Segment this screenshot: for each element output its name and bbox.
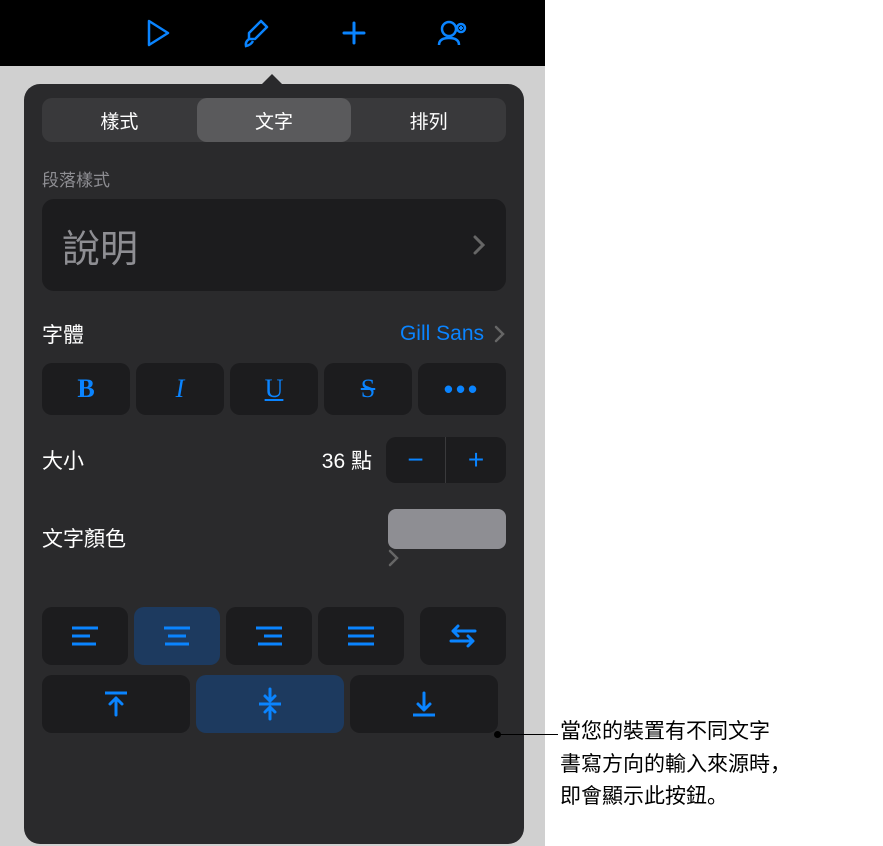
font-value: Gill Sans xyxy=(400,322,484,346)
strikethrough-button[interactable]: S xyxy=(324,363,412,415)
chevron-right-icon xyxy=(494,325,506,343)
size-decrease-button[interactable]: − xyxy=(386,437,446,483)
bold-button[interactable]: B xyxy=(42,363,130,415)
text-format-row: B I U S ••• xyxy=(42,363,506,415)
play-icon[interactable] xyxy=(140,15,176,51)
callout-leader-line xyxy=(498,734,558,735)
callout-text: 當您的裝置有不同文字 書寫方向的輸入來源時， 即會顯示此按鈕。 xyxy=(560,716,791,814)
collaborate-icon[interactable] xyxy=(434,15,470,51)
italic-button[interactable]: I xyxy=(136,363,224,415)
align-left-button[interactable] xyxy=(42,607,128,665)
app-toolbar xyxy=(0,0,545,66)
valign-top-button[interactable] xyxy=(42,675,190,733)
size-increase-button[interactable]: + xyxy=(446,437,506,483)
align-center-button[interactable] xyxy=(134,607,220,665)
alignment-group xyxy=(42,607,506,733)
plus-icon[interactable] xyxy=(336,15,372,51)
panel-backdrop: 樣式 文字 排列 段落樣式 說明 字體 Gill Sans B I xyxy=(0,66,545,846)
text-color-swatch[interactable] xyxy=(388,509,506,549)
text-color-row[interactable]: 文字顏色 xyxy=(42,509,506,567)
tab-arrange[interactable]: 排列 xyxy=(351,98,506,142)
valign-middle-button[interactable] xyxy=(196,675,344,733)
text-direction-button[interactable] xyxy=(420,607,506,665)
tab-style[interactable]: 樣式 xyxy=(42,98,197,142)
align-justify-button[interactable] xyxy=(318,607,404,665)
paragraph-style-picker[interactable]: 說明 xyxy=(42,199,506,291)
tab-text[interactable]: 文字 xyxy=(197,98,352,142)
font-row[interactable]: 字體 Gill Sans xyxy=(42,319,506,349)
paragraph-style-value: 說明 xyxy=(62,218,138,273)
chevron-right-icon xyxy=(388,549,506,567)
paragraph-style-label: 段落樣式 xyxy=(42,166,506,191)
chevron-right-icon xyxy=(472,234,486,256)
paintbrush-icon[interactable] xyxy=(238,15,274,51)
size-label: 大小 xyxy=(42,445,84,475)
more-format-button[interactable]: ••• xyxy=(418,363,506,415)
font-label: 字體 xyxy=(42,319,84,349)
valign-bottom-button[interactable] xyxy=(350,675,498,733)
size-stepper: − + xyxy=(386,437,506,483)
underline-button[interactable]: U xyxy=(230,363,318,415)
text-color-label: 文字顏色 xyxy=(42,523,126,553)
align-right-button[interactable] xyxy=(226,607,312,665)
size-value: 36 點 xyxy=(322,445,372,475)
size-row: 大小 36 點 − + xyxy=(42,437,506,483)
panel-tabs: 樣式 文字 排列 xyxy=(42,98,506,142)
format-panel: 樣式 文字 排列 段落樣式 說明 字體 Gill Sans B I xyxy=(24,84,524,844)
